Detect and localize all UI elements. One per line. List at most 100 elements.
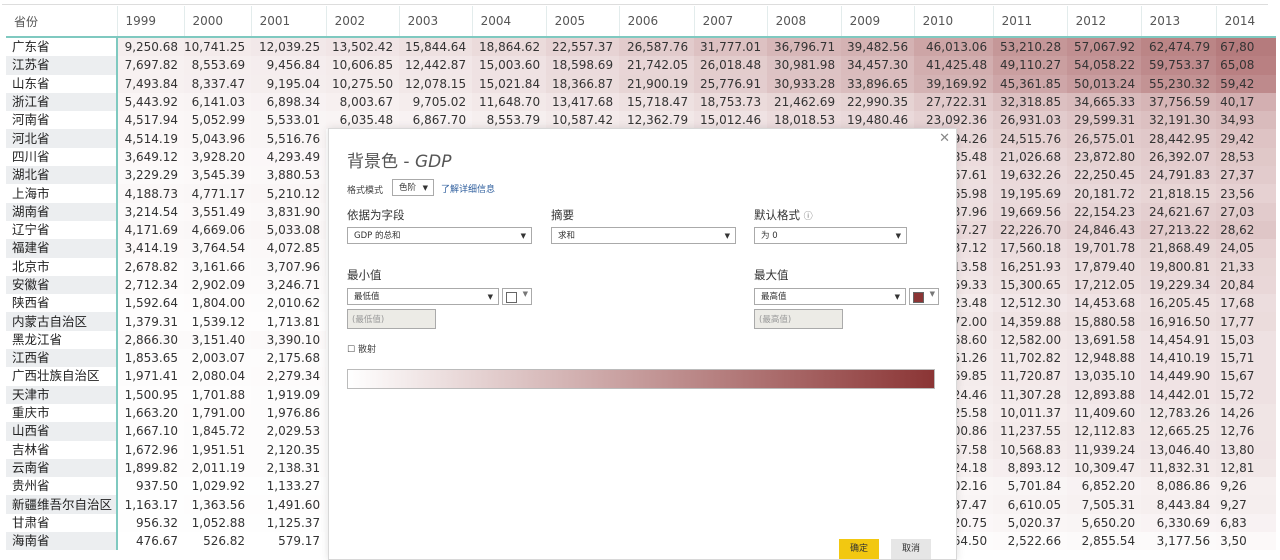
column-header-year[interactable]: 2002 [325, 6, 400, 38]
column-header-year[interactable]: 2006 [618, 6, 695, 38]
value-cell: 1,791.00 [184, 403, 252, 423]
column-header-province[interactable]: 省份 [6, 6, 117, 38]
value-cell: 23,56 [1216, 184, 1277, 203]
value-cell: 17,879.40 [1067, 257, 1142, 276]
province-cell: 天津市 [6, 385, 118, 404]
value-cell: 17,212.05 [1067, 275, 1142, 295]
value-cell: 3,649.12 [117, 147, 184, 167]
value-cell: 41,425.48 [914, 56, 994, 75]
province-cell: 江苏省 [6, 56, 118, 75]
value-cell: 1,951.51 [184, 440, 252, 459]
format-mode-select[interactable]: 色阶 ▼ [392, 179, 434, 196]
min-value-input[interactable]: (最低值) [347, 309, 436, 329]
value-cell: 11,720.87 [993, 367, 1068, 386]
value-cell: 16,916.50 [1141, 312, 1217, 331]
max-value-label: 最大值 [754, 268, 789, 282]
summary-select[interactable]: 求和 ▼ [551, 227, 736, 244]
province-cell: 甘肃省 [6, 513, 118, 533]
ok-button[interactable]: 确定 [839, 539, 879, 559]
value-cell: 10,011.37 [993, 403, 1068, 423]
value-cell: 6,610.05 [993, 495, 1068, 514]
format-mode-value: 色阶 [399, 183, 417, 193]
value-cell: 34,93 [1216, 111, 1277, 130]
value-cell: 13,691.58 [1067, 330, 1142, 350]
value-cell: 15,718.47 [619, 92, 695, 112]
dialog-title-field: GDP [414, 152, 452, 172]
value-cell: 26,575.01 [1067, 129, 1142, 148]
based-on-field-select[interactable]: GDP 的总和 ▼ [347, 227, 532, 244]
value-cell: 12,039.25 [251, 37, 327, 57]
value-cell: 10,275.50 [326, 74, 400, 93]
background-color-dialog: ✕ 背景色 - GDP 格式模式 色阶 ▼ 了解详细信息 依据为字段 GDP 的总… [328, 128, 957, 560]
value-cell: 5,443.92 [117, 92, 184, 112]
value-cell: 14,449.90 [1141, 367, 1217, 386]
max-color-picker[interactable]: ▼ [909, 288, 939, 305]
value-cell: 5,052.99 [184, 111, 252, 130]
min-value-select-text: 最低值 [354, 292, 380, 302]
value-cell: 1,845.72 [184, 422, 252, 441]
column-header-year[interactable]: 2010 [913, 6, 994, 38]
province-cell: 山西省 [6, 422, 118, 441]
column-header-year[interactable]: 2009 [840, 6, 915, 38]
info-icon[interactable]: ⓘ [804, 212, 813, 222]
column-header-year[interactable]: 2008 [766, 6, 842, 38]
value-cell: 12,665.25 [1141, 422, 1217, 441]
value-cell: 7,505.31 [1067, 495, 1142, 514]
column-header-year[interactable]: 2005 [545, 6, 620, 38]
column-header-year[interactable]: 2003 [398, 6, 473, 38]
diverging-checkbox[interactable]: ☐ 散射 [347, 342, 376, 355]
value-cell: 30,981.98 [767, 56, 842, 75]
column-header-year[interactable]: 2007 [693, 6, 768, 38]
max-value-select[interactable]: 最高值 ▼ [754, 288, 906, 305]
column-header-year[interactable]: 2001 [250, 6, 327, 38]
value-cell: 28,442.95 [1141, 129, 1217, 148]
value-cell: 18,864.62 [472, 37, 547, 57]
value-cell: 6,035.48 [326, 111, 400, 130]
value-cell: 11,702.82 [993, 349, 1068, 368]
value-cell: 12,783.26 [1141, 403, 1217, 423]
province-cell: 福建省 [6, 239, 118, 258]
close-icon[interactable]: ✕ [939, 131, 950, 146]
value-cell: 12,442.87 [399, 56, 473, 75]
max-value-input[interactable]: (最高值) [754, 309, 843, 329]
value-cell: 22,990.35 [841, 92, 915, 112]
value-cell: 27,213.22 [1141, 220, 1217, 240]
min-value-select[interactable]: 最低值 ▼ [347, 288, 499, 305]
learn-more-link[interactable]: 了解详细信息 [441, 182, 495, 195]
value-cell: 15,03 [1216, 330, 1277, 350]
value-cell: 6,867.70 [399, 111, 473, 130]
value-cell: 1,500.95 [117, 385, 184, 404]
dialog-title-main: 背景色 - [347, 152, 415, 172]
column-header-year[interactable]: 2000 [183, 6, 252, 38]
value-cell: 7,697.82 [117, 56, 184, 75]
default-format-select[interactable]: 为 0 ▼ [754, 227, 907, 244]
value-cell: 12,893.88 [1067, 385, 1142, 404]
column-header-year[interactable]: 2004 [471, 6, 547, 38]
value-cell: 3,390.10 [251, 330, 327, 350]
value-cell: 14,26 [1216, 403, 1277, 423]
cancel-button[interactable]: 取消 [891, 539, 931, 559]
column-header-year[interactable]: 2014 [1215, 6, 1277, 38]
value-cell: 1,029.92 [184, 477, 252, 496]
column-header-year[interactable]: 1999 [116, 6, 184, 38]
value-cell: 55,230.32 [1141, 74, 1217, 93]
value-cell: 5,516.76 [251, 129, 327, 148]
column-header-year[interactable]: 2013 [1140, 6, 1217, 38]
value-cell: 1,663.20 [117, 403, 184, 423]
value-cell: 1,052.88 [184, 513, 252, 533]
value-cell: 9,26 [1216, 477, 1277, 496]
value-cell: 11,832.31 [1141, 458, 1217, 478]
value-cell: 5,210.12 [251, 184, 327, 203]
value-cell: 18,753.73 [694, 92, 768, 112]
value-cell: 1,713.81 [251, 312, 327, 331]
province-cell: 江西省 [6, 349, 118, 368]
value-cell: 20,84 [1216, 275, 1277, 295]
value-cell: 1,804.00 [184, 294, 252, 313]
value-cell: 12,362.79 [619, 111, 695, 130]
value-cell: 11,648.70 [472, 92, 547, 112]
value-cell: 3,551.49 [184, 202, 252, 221]
value-cell: 937.50 [117, 477, 184, 496]
column-header-year[interactable]: 2011 [992, 6, 1068, 38]
min-color-picker[interactable]: ▼ [502, 288, 532, 305]
column-header-year[interactable]: 2012 [1066, 6, 1142, 38]
